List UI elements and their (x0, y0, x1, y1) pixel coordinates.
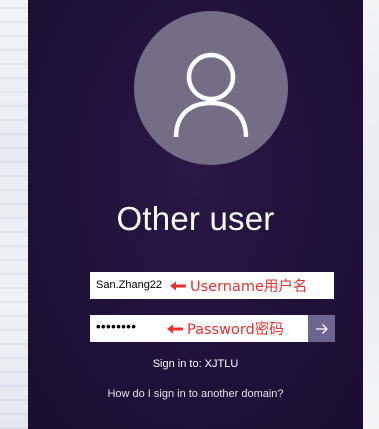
user-icon (173, 52, 249, 138)
password-annotation: Password密码 (167, 318, 284, 339)
arrow-right-icon (315, 323, 328, 334)
background-right-edge (363, 0, 379, 429)
page-title: Other user (116, 200, 275, 237)
username-value: San.Zhang22 (96, 279, 163, 291)
login-screen: Other user San.Zhang22 •••••••• Username… (0, 0, 379, 429)
password-value: •••••••• (96, 319, 137, 334)
password-annotation-label: Password密码 (187, 322, 284, 338)
username-annotation-label: Username用户名 (190, 279, 308, 295)
arrow-left-icon (167, 324, 183, 333)
username-annotation: Username用户名 (170, 275, 307, 296)
other-domain-link[interactable]: How do I sign in to another domain? (28, 388, 363, 400)
submit-button[interactable] (308, 315, 335, 342)
sign-in-domain-text: Sign in to: XJTLU (152, 358, 239, 370)
background-left-edge (0, 0, 28, 429)
user-avatar (134, 11, 288, 165)
arrow-left-icon (170, 281, 186, 290)
